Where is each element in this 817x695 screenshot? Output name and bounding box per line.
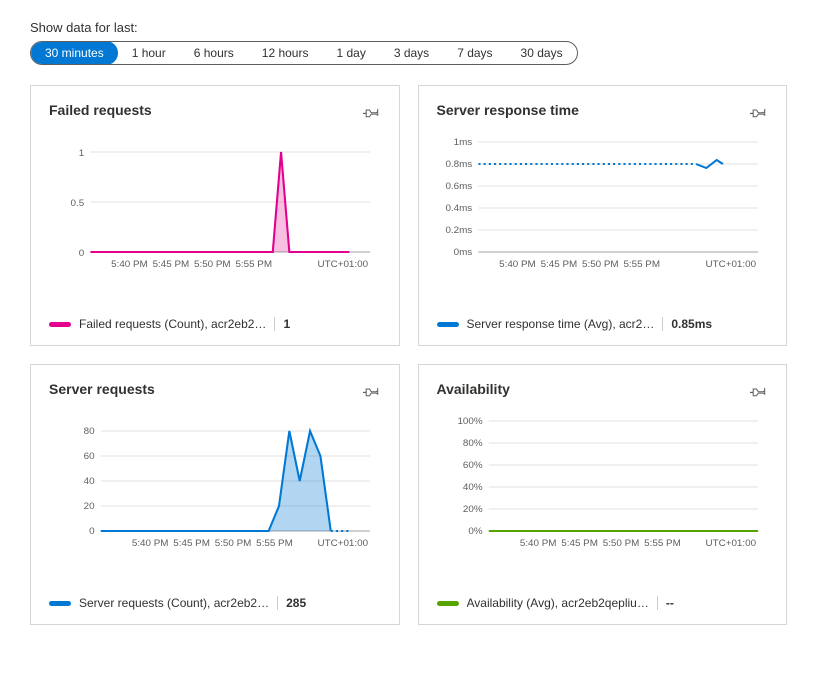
time-option-1d[interactable]: 1 day bbox=[322, 41, 379, 65]
svg-text:20: 20 bbox=[84, 501, 95, 512]
svg-text:5:55 PM: 5:55 PM bbox=[256, 538, 293, 549]
chart-server-response-time: 1ms 0.8ms 0.6ms 0.4ms 0.2ms 0ms 5:40 PM … bbox=[437, 132, 769, 287]
svg-text:5:55 PM: 5:55 PM bbox=[623, 259, 660, 270]
svg-text:0ms: 0ms bbox=[453, 247, 472, 258]
card-title: Server requests bbox=[49, 381, 155, 397]
time-range-picker[interactable]: 30 minutes 1 hour 6 hours 12 hours 1 day… bbox=[30, 41, 578, 65]
legend-swatch bbox=[49, 601, 71, 606]
svg-text:5:40 PM: 5:40 PM bbox=[519, 538, 556, 549]
legend-swatch bbox=[49, 322, 71, 327]
svg-text:60%: 60% bbox=[462, 460, 482, 471]
card-title: Server response time bbox=[437, 102, 579, 118]
time-option-12h[interactable]: 12 hours bbox=[248, 41, 323, 65]
svg-text:UTC+01:00: UTC+01:00 bbox=[318, 538, 369, 549]
svg-text:5:50 PM: 5:50 PM bbox=[194, 259, 231, 270]
svg-text:5:40 PM: 5:40 PM bbox=[132, 538, 169, 549]
legend-row: Server response time (Avg), acr2… 0.85ms bbox=[437, 317, 769, 331]
card-title: Availability bbox=[437, 381, 510, 397]
svg-text:1: 1 bbox=[79, 148, 84, 159]
svg-text:5:55 PM: 5:55 PM bbox=[644, 538, 681, 549]
card-server-response-time: Server response time 1ms 0.8ms 0.6ms 0.4… bbox=[418, 85, 788, 346]
svg-text:UTC+01:00: UTC+01:00 bbox=[705, 538, 756, 549]
svg-text:5:50 PM: 5:50 PM bbox=[602, 538, 639, 549]
svg-text:5:45 PM: 5:45 PM bbox=[540, 259, 577, 270]
svg-text:UTC+01:00: UTC+01:00 bbox=[705, 259, 756, 270]
legend-row: Failed requests (Count), acr2eb2… 1 bbox=[49, 317, 381, 331]
svg-text:100%: 100% bbox=[457, 416, 483, 427]
time-option-3d[interactable]: 3 days bbox=[380, 41, 443, 65]
time-option-6h[interactable]: 6 hours bbox=[180, 41, 248, 65]
pin-icon[interactable] bbox=[748, 102, 768, 122]
svg-text:0.6ms: 0.6ms bbox=[445, 181, 472, 192]
svg-text:80: 80 bbox=[84, 426, 95, 437]
legend-value: -- bbox=[657, 596, 674, 610]
pin-icon[interactable] bbox=[361, 102, 381, 122]
legend-value: 0.85ms bbox=[662, 317, 712, 331]
legend-value: 1 bbox=[274, 317, 290, 331]
svg-text:5:45 PM: 5:45 PM bbox=[561, 538, 598, 549]
card-server-requests: Server requests 80 60 40 20 0 5:40 PM 5:… bbox=[30, 364, 400, 625]
svg-text:0.4ms: 0.4ms bbox=[445, 203, 472, 214]
legend-label: Failed requests (Count), acr2eb2… bbox=[79, 317, 266, 331]
chart-availability: 100% 80% 60% 40% 20% 0% 5:40 PM 5:45 PM … bbox=[437, 411, 769, 566]
svg-text:60: 60 bbox=[84, 451, 95, 462]
card-title: Failed requests bbox=[49, 102, 152, 118]
legend-row: Availability (Avg), acr2eb2qepliu… -- bbox=[437, 596, 769, 610]
legend-value: 285 bbox=[277, 596, 306, 610]
time-option-1h[interactable]: 1 hour bbox=[118, 41, 180, 65]
svg-text:0: 0 bbox=[89, 526, 94, 537]
time-option-7d[interactable]: 7 days bbox=[443, 41, 506, 65]
svg-text:0.2ms: 0.2ms bbox=[445, 225, 472, 236]
pin-icon[interactable] bbox=[361, 381, 381, 401]
svg-text:5:50 PM: 5:50 PM bbox=[215, 538, 252, 549]
chart-failed-requests: 1 0.5 0 5:40 PM 5:45 PM 5:50 PM 5:55 PM … bbox=[49, 132, 381, 287]
svg-text:0.5: 0.5 bbox=[71, 198, 85, 209]
time-range-label: Show data for last: bbox=[30, 20, 787, 35]
time-option-30m[interactable]: 30 minutes bbox=[31, 41, 118, 65]
legend-swatch bbox=[437, 601, 459, 606]
svg-text:20%: 20% bbox=[462, 504, 482, 515]
svg-text:5:50 PM: 5:50 PM bbox=[582, 259, 619, 270]
legend-label: Availability (Avg), acr2eb2qepliu… bbox=[467, 596, 649, 610]
pin-icon[interactable] bbox=[748, 381, 768, 401]
svg-text:5:55 PM: 5:55 PM bbox=[235, 259, 272, 270]
svg-text:5:40 PM: 5:40 PM bbox=[111, 259, 148, 270]
svg-text:5:40 PM: 5:40 PM bbox=[499, 259, 536, 270]
svg-text:40: 40 bbox=[84, 476, 95, 487]
svg-text:40%: 40% bbox=[462, 482, 482, 493]
legend-label: Server response time (Avg), acr2… bbox=[467, 317, 655, 331]
svg-text:5:45 PM: 5:45 PM bbox=[153, 259, 190, 270]
legend-swatch bbox=[437, 322, 459, 327]
legend-label: Server requests (Count), acr2eb2… bbox=[79, 596, 269, 610]
svg-text:0%: 0% bbox=[468, 526, 483, 537]
svg-text:0.8ms: 0.8ms bbox=[445, 159, 472, 170]
svg-text:0: 0 bbox=[79, 248, 84, 259]
card-failed-requests: Failed requests 1 0.5 0 5:40 PM 5:45 PM … bbox=[30, 85, 400, 346]
svg-text:5:45 PM: 5:45 PM bbox=[173, 538, 210, 549]
metrics-grid: Failed requests 1 0.5 0 5:40 PM 5:45 PM … bbox=[30, 85, 787, 625]
svg-text:80%: 80% bbox=[462, 438, 482, 449]
svg-text:UTC+01:00: UTC+01:00 bbox=[318, 259, 369, 270]
card-availability: Availability 100% 80% 60% 40% 20% 0% 5:4… bbox=[418, 364, 788, 625]
time-option-30d[interactable]: 30 days bbox=[507, 41, 577, 65]
chart-server-requests: 80 60 40 20 0 5:40 PM 5:45 PM 5:50 PM 5:… bbox=[49, 411, 381, 566]
svg-text:1ms: 1ms bbox=[453, 137, 472, 148]
legend-row: Server requests (Count), acr2eb2… 285 bbox=[49, 596, 381, 610]
